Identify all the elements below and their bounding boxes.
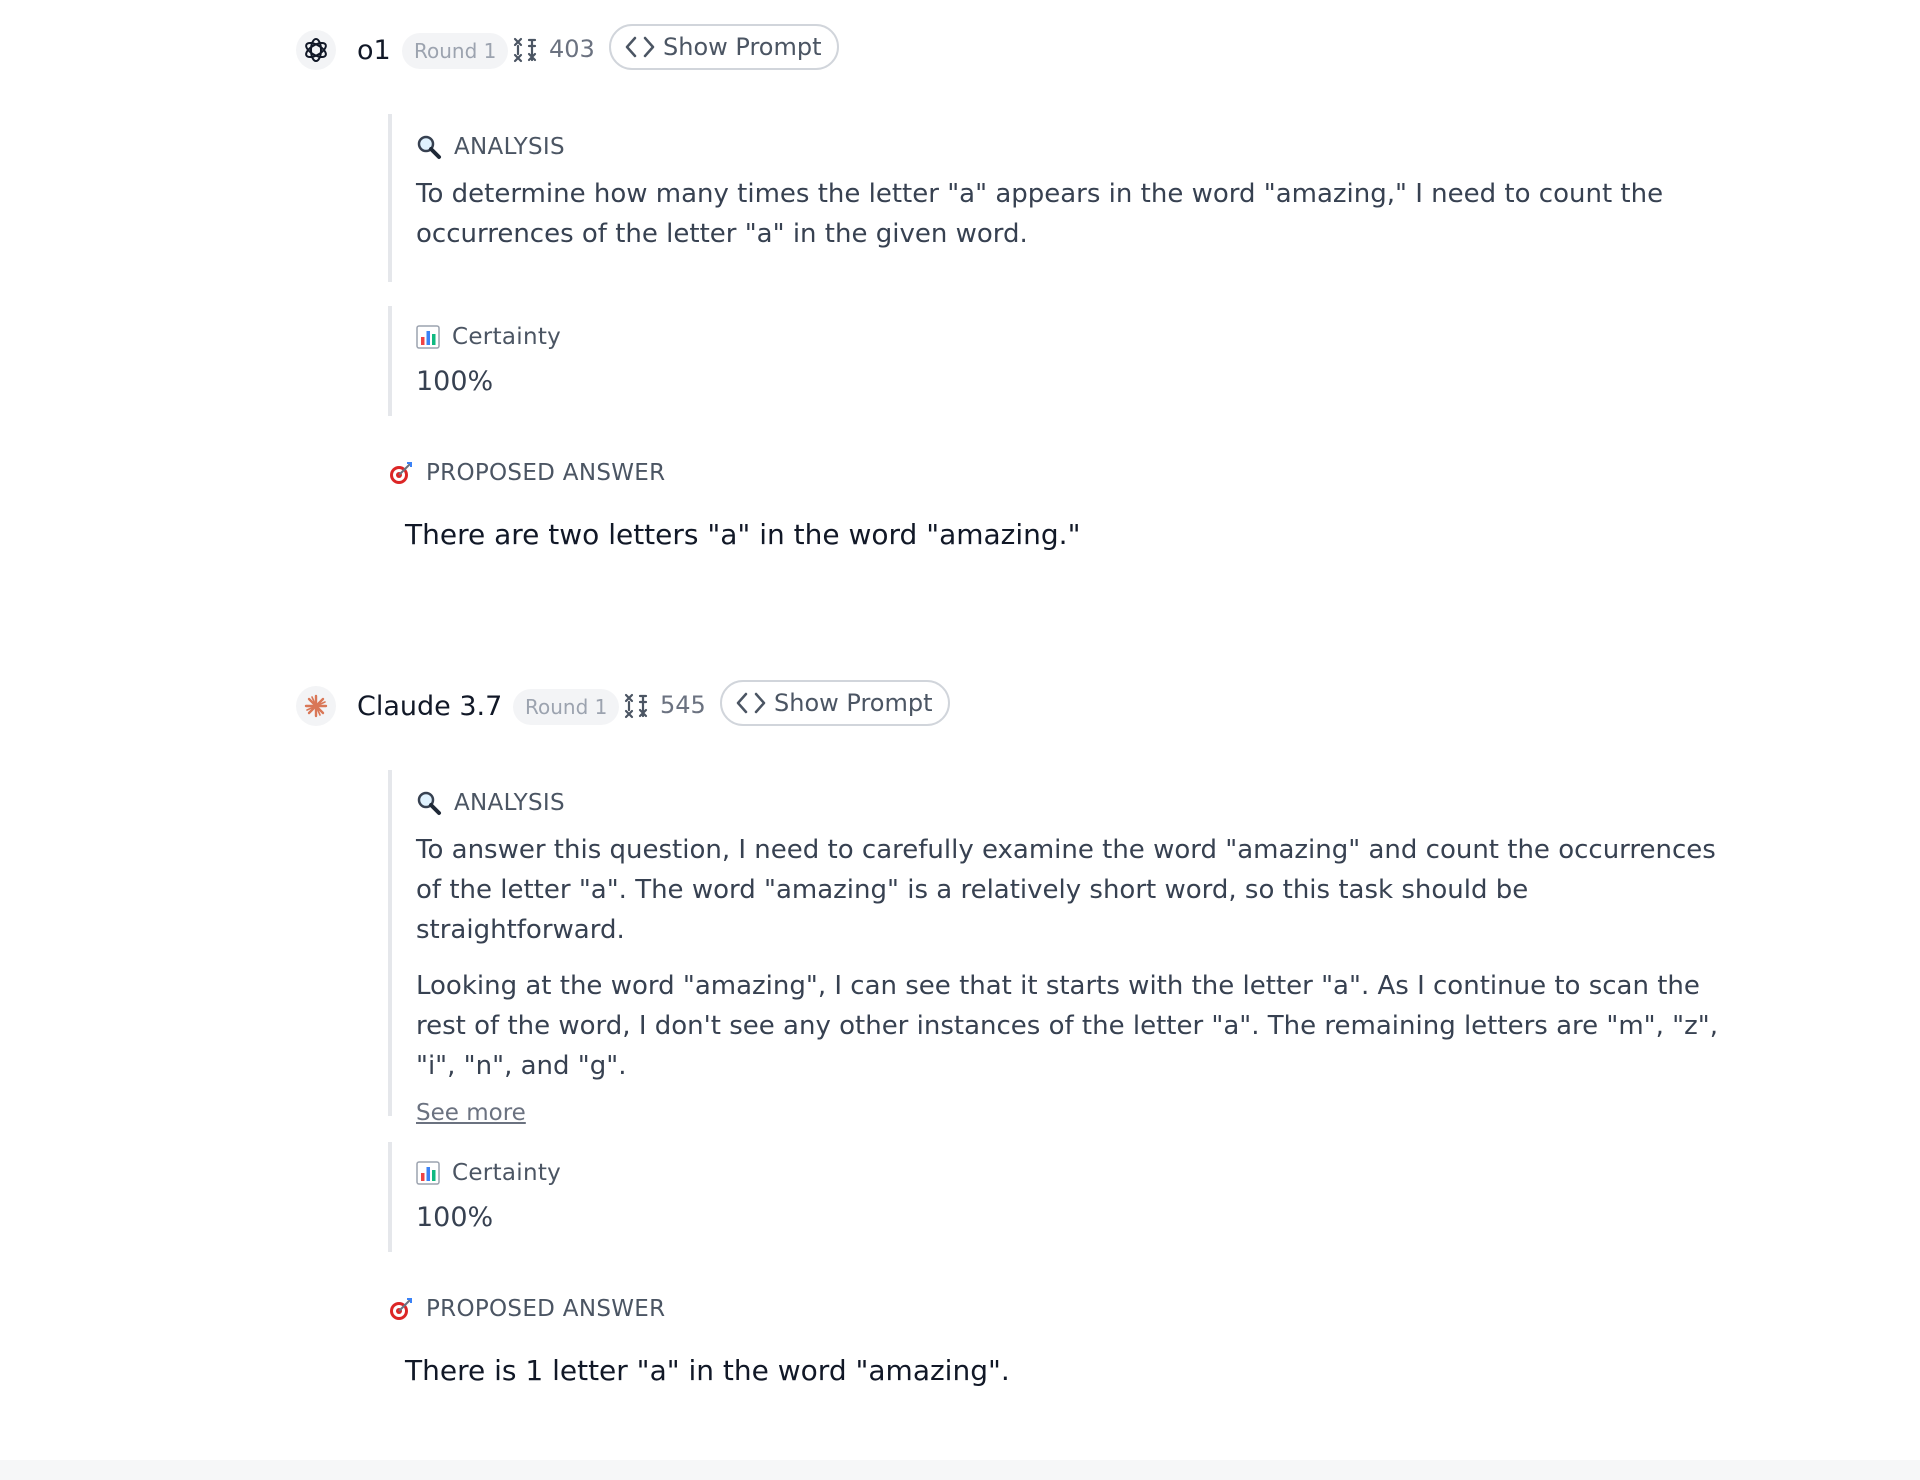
model-name: Claude 3.7: [357, 691, 503, 722]
magnifying-glass-icon: [417, 791, 441, 815]
model-name: o1: [357, 35, 391, 66]
analysis-paragraph: To answer this question, I need to caref…: [416, 835, 1716, 945]
analysis-text: To answer this question, I need to caref…: [416, 830, 1728, 1086]
anthropic-logo-icon: [304, 694, 328, 718]
analysis-paragraph: Looking at the word "amazing", I can see…: [416, 971, 1718, 1081]
response-header: o1 Round 1 403 Show Prompt: [296, 24, 1736, 76]
show-prompt-button[interactable]: Show Prompt: [609, 24, 840, 70]
see-more-link[interactable]: See more: [416, 1100, 526, 1126]
certainty-label: Certainty: [452, 324, 562, 350]
analysis-header: ANALYSIS: [416, 788, 1728, 818]
proposed-answer-label: PROPOSED ANSWER: [426, 1296, 666, 1322]
proposed-answer-text: There is 1 letter "a" in the word "amazi…: [405, 1354, 1010, 1387]
footer-band: [0, 1460, 1920, 1480]
show-prompt-button[interactable]: Show Prompt: [720, 680, 951, 726]
proposed-answer-text: There are two letters "a" in the word "a…: [405, 518, 1081, 551]
certainty-value: 100%: [416, 1202, 494, 1233]
openai-avatar: [296, 30, 336, 70]
proposed-answer-header: PROPOSED ANSWER: [388, 460, 665, 486]
target-icon: [390, 1298, 412, 1320]
bar-chart-icon: [416, 325, 440, 349]
response-claude: Claude 3.7 Round 1 545 Show Prompt ANALY…: [296, 680, 1736, 1387]
code-icon: [736, 692, 766, 714]
round-badge: Round 1: [402, 33, 509, 69]
analysis-text: To determine how many times the letter "…: [416, 174, 1728, 254]
certainty-header: Certainty: [416, 322, 1728, 352]
analysis-label: ANALYSIS: [454, 134, 565, 160]
certainty-label: Certainty: [452, 1160, 562, 1186]
openai-logo-icon: [305, 38, 327, 62]
analysis-block: ANALYSIS To determine how many times the…: [388, 114, 1728, 282]
token-count: 545: [660, 691, 706, 719]
analysis-label: ANALYSIS: [454, 790, 565, 816]
proposed-answer-label: PROPOSED ANSWER: [426, 460, 666, 486]
certainty-value: 100%: [416, 366, 494, 397]
target-icon: [390, 462, 412, 484]
certainty-block: Certainty 100%: [388, 1142, 1728, 1252]
bar-chart-icon: [416, 1161, 440, 1185]
token-count: 403: [549, 35, 595, 63]
analysis-header: ANALYSIS: [416, 132, 1728, 162]
proposed-answer-header: PROPOSED ANSWER: [388, 1296, 665, 1322]
analysis-paragraph: To determine how many times the letter "…: [416, 179, 1664, 249]
show-prompt-label: Show Prompt: [663, 33, 822, 61]
anthropic-avatar: [296, 686, 336, 726]
response-header: Claude 3.7 Round 1 545 Show Prompt: [296, 680, 1736, 732]
magnifying-glass-icon: [417, 135, 441, 159]
show-prompt-label: Show Prompt: [774, 689, 933, 717]
response-o1: o1 Round 1 403 Show Prompt ANALYSIS To d…: [296, 24, 1736, 551]
round-badge: Round 1: [513, 689, 620, 725]
analysis-block: ANALYSIS To answer this question, I need…: [388, 770, 1728, 1126]
token-icon: [623, 692, 649, 720]
code-icon: [625, 36, 655, 58]
certainty-block: Certainty 100%: [388, 306, 1728, 416]
certainty-header: Certainty: [416, 1158, 1728, 1188]
token-icon: [512, 36, 538, 64]
